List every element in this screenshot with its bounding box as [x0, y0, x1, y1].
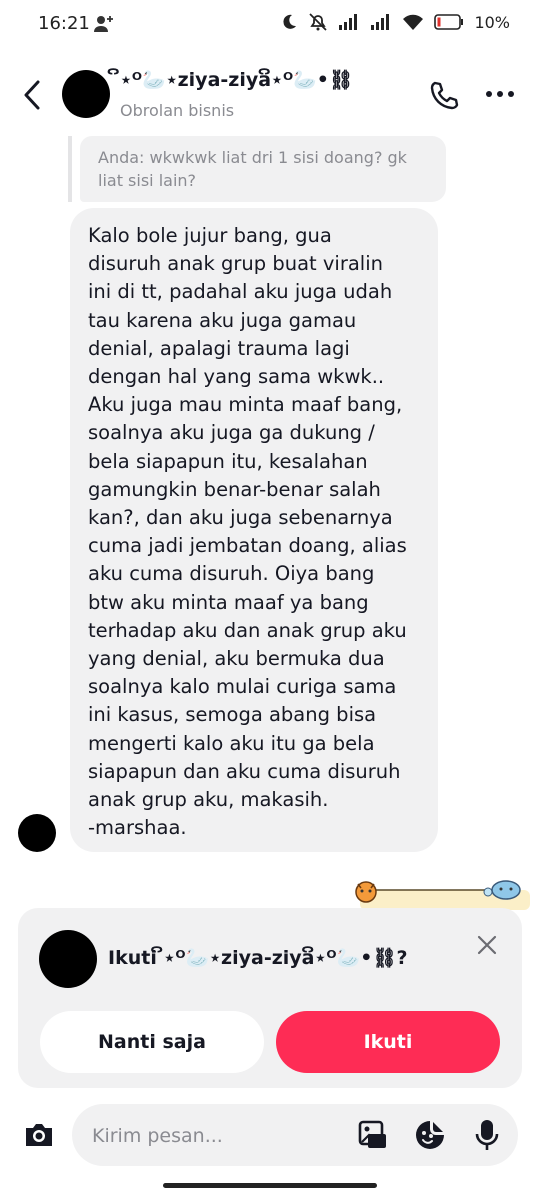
phone-icon[interactable] [428, 80, 460, 110]
camera-icon[interactable] [22, 1118, 56, 1152]
quoted-message[interactable]: Anda: wkwkwk liat dri 1 sisi doang? gk l… [80, 136, 446, 202]
moon-icon [283, 14, 297, 29]
chat-subtitle: Obrolan bisnis [120, 101, 235, 120]
follow-prompt-title: Ikuti ິ⋆ᴼ🦢⋆ziya-ziyaິ⋆ᴼ🦢•⛓? [108, 947, 408, 969]
status-time: 16:21 [38, 13, 90, 34]
follow-button[interactable]: Ikuti [276, 1011, 500, 1073]
microphone-icon[interactable] [474, 1118, 500, 1152]
battery-percent: 10% [474, 12, 510, 32]
close-icon[interactable] [476, 934, 498, 956]
message-bubble[interactable]: Kalo bole jujur bang, gua disuruh anak g… [70, 208, 438, 852]
avatar[interactable] [39, 930, 97, 988]
back-arrow-icon[interactable] [18, 78, 48, 112]
avatar[interactable] [62, 70, 110, 118]
message-input[interactable] [90, 1104, 344, 1168]
home-indicator[interactable] [163, 1183, 377, 1188]
signal-icon [339, 14, 358, 30]
battery-icon [434, 14, 464, 30]
emoji-sticker-icon[interactable] [414, 1119, 446, 1151]
signal-icon [371, 14, 390, 30]
mute-icon [309, 13, 328, 31]
sticker-image[interactable] [346, 880, 540, 910]
image-gallery-icon[interactable] [358, 1120, 388, 1150]
status-bar: 16:21 10% [0, 0, 540, 48]
more-icon[interactable] [484, 86, 516, 102]
chat-title[interactable]: ິ⋆ᴼ🦢⋆ziya-ziyaິ⋆ᴼ🦢•⛓ [120, 68, 353, 91]
sender-avatar[interactable] [18, 814, 56, 852]
person-add-icon [94, 16, 113, 32]
not-now-button[interactable]: Nanti saja [40, 1011, 264, 1073]
follow-suggestion-card: Ikuti ິ⋆ᴼ🦢⋆ziya-ziyaິ⋆ᴼ🦢•⛓? Nanti saja I… [18, 908, 522, 1088]
message-composer [72, 1104, 518, 1168]
quote-indicator [68, 136, 72, 202]
wifi-icon [403, 14, 424, 30]
